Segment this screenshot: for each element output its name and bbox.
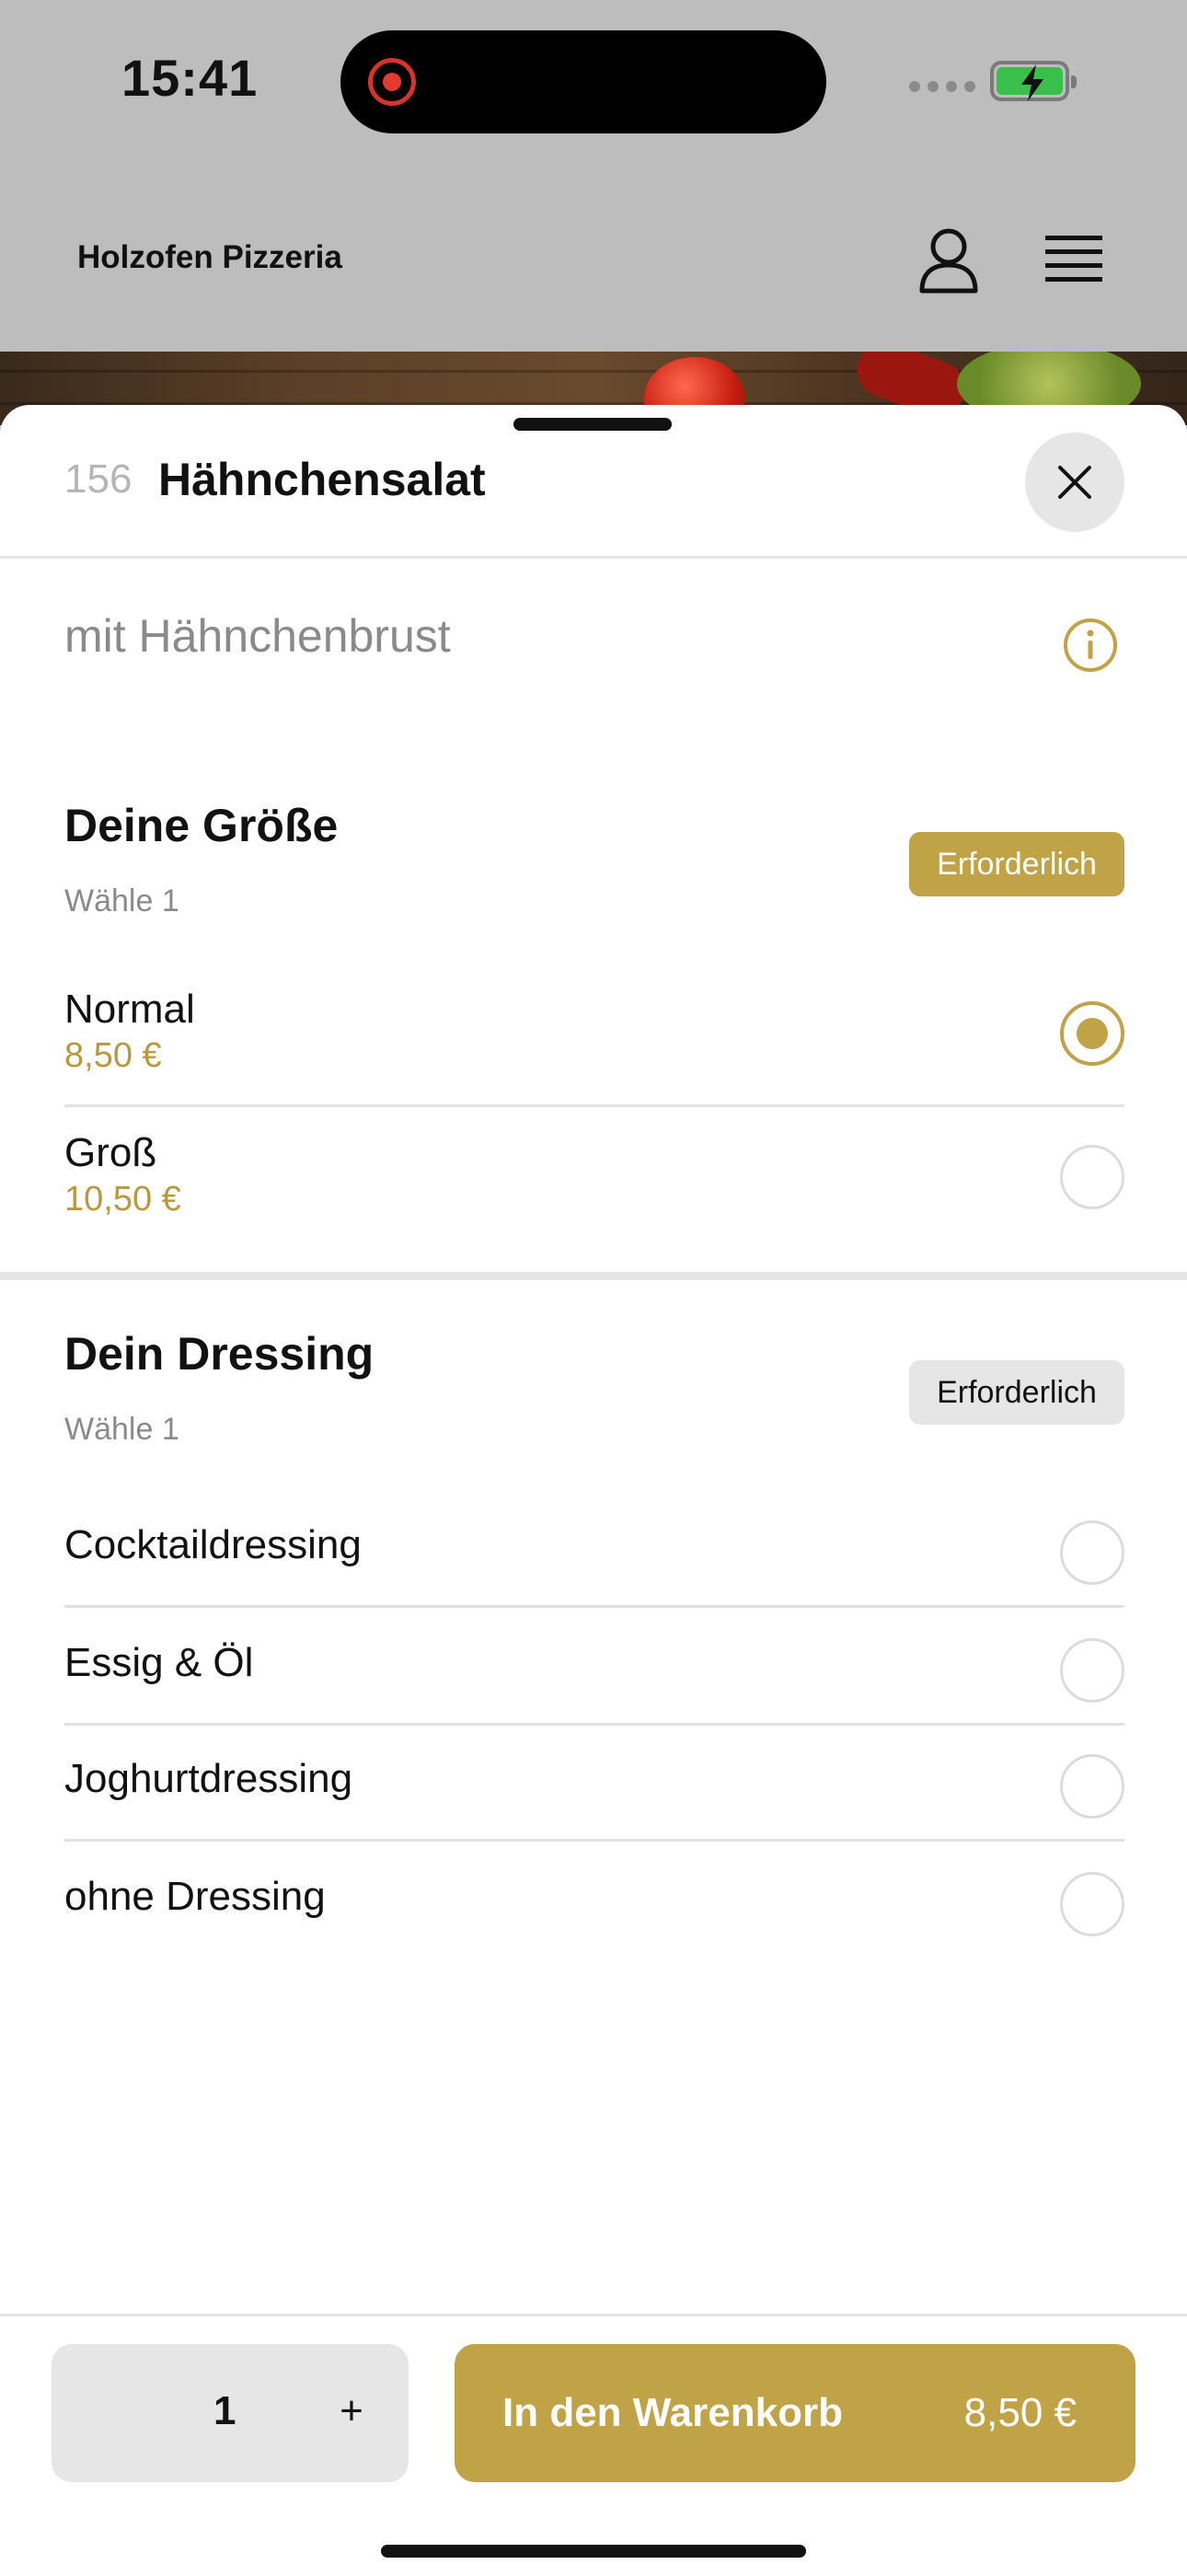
- quantity-value: 1: [213, 2388, 236, 2433]
- option-label: Joghurtdressing: [64, 1756, 353, 1801]
- add-to-cart-label: In den Warenkorb: [502, 2390, 843, 2435]
- home-indicator: [381, 2545, 806, 2558]
- size-required-badge: Erforderlich: [909, 832, 1124, 896]
- status-time: 15:41: [121, 49, 259, 107]
- add-to-cart-price: 8,50 €: [963, 2390, 1077, 2435]
- sheet-header: 156 Hähnchensalat: [0, 405, 1187, 559]
- app-header: Holzofen Pizzeria: [0, 166, 1187, 352]
- radio[interactable]: [1060, 1520, 1124, 1585]
- close-icon: [1058, 466, 1091, 499]
- recording-indicator-icon: [368, 58, 416, 106]
- divider: [64, 1723, 1124, 1726]
- option-label: ohne Dressing: [64, 1874, 326, 1919]
- sheet-footer: 1 + In den Warenkorb 8,50 €: [0, 2314, 1187, 2576]
- radio[interactable]: [1060, 1872, 1124, 1936]
- user-icon[interactable]: [916, 226, 981, 295]
- quantity-plus-button[interactable]: +: [324, 2379, 379, 2443]
- radio[interactable]: [1060, 1145, 1124, 1209]
- option-label: Cocktaildressing: [64, 1522, 362, 1567]
- add-to-cart-button[interactable]: In den Warenkorb 8,50 €: [455, 2344, 1135, 2482]
- status-bar: 15:41: [0, 0, 1187, 166]
- close-button[interactable]: [1025, 433, 1124, 532]
- divider: [64, 1839, 1124, 1842]
- dressing-section-subtitle: Wähle 1: [64, 1412, 179, 1447]
- product-sheet: 156 Hähnchensalat mit Hähnchenbrust Dein…: [0, 405, 1187, 2573]
- radio[interactable]: [1060, 1638, 1124, 1703]
- dressing-section-title: Dein Dressing: [64, 1328, 375, 1380]
- hamburger-menu-icon[interactable]: [1043, 232, 1104, 287]
- dynamic-island: [340, 30, 826, 133]
- item-description: mit Hähnchenbrust: [64, 610, 451, 662]
- size-section-title: Deine Größe: [64, 800, 339, 851]
- option-label: Normal: [64, 987, 195, 1032]
- item-number: 156: [64, 456, 133, 502]
- radio[interactable]: [1060, 1754, 1124, 1819]
- signal-icon: [909, 81, 975, 92]
- option-price: 8,50 €: [64, 1036, 162, 1075]
- dressing-required-badge: Erforderlich: [909, 1360, 1124, 1425]
- option-label: Essig & Öl: [64, 1640, 254, 1685]
- item-title: Hähnchensalat: [158, 454, 486, 505]
- quantity-stepper: 1 +: [52, 2344, 409, 2482]
- divider: [64, 1104, 1124, 1107]
- brand-title[interactable]: Holzofen Pizzeria: [77, 239, 342, 276]
- info-icon[interactable]: [1062, 617, 1119, 674]
- option-price: 10,50 €: [64, 1180, 181, 1219]
- size-section-subtitle: Wähle 1: [64, 884, 179, 918]
- battery-icon: [990, 61, 1077, 101]
- section-divider: [0, 1272, 1187, 1280]
- radio-selected[interactable]: [1060, 1001, 1124, 1066]
- option-label: Groß: [64, 1130, 157, 1175]
- divider: [64, 1605, 1124, 1608]
